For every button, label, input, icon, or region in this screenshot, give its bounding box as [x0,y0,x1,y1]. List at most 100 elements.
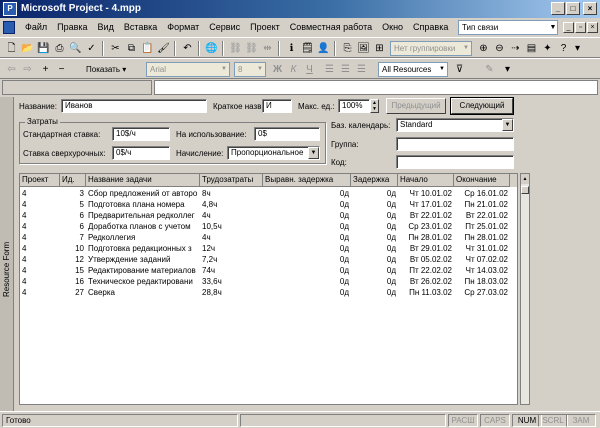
table-cell[interactable]: 4 [20,210,60,221]
italic-icon[interactable]: К [286,62,301,77]
previous-button[interactable]: Предыдущий [386,98,446,114]
menu-item[interactable]: Проект [245,21,285,34]
table-row[interactable]: 4 5 Подготовка плана номера 4,8ч 0д 0д Чт 17.0… [20,199,517,210]
table-cell[interactable]: 0д [351,287,398,298]
table-cell[interactable]: 0д [351,210,398,221]
table-cell[interactable]: Пн 21.01.02 [454,199,510,210]
menu-item[interactable]: Справка [408,21,453,34]
base-calendar-select[interactable]: Standard ▼ [396,118,514,132]
document-icon[interactable] [3,21,15,34]
short-name-input[interactable]: И [262,99,292,113]
font-size-combo[interactable]: 8 ▼ [234,62,266,77]
grid-column-header[interactable]: Проект [20,174,60,187]
table-cell[interactable]: 0д [351,188,398,199]
table-cell[interactable]: 4 [20,188,60,199]
spelling-icon[interactable]: ✓ [84,41,99,56]
table-row[interactable]: 4 6 Доработка планов с учетом 10,5ч 0д 0д Ср 2… [20,221,517,232]
table-cell[interactable]: 16 [60,276,86,287]
grid-column-header[interactable]: Название задачи [86,174,200,187]
table-row[interactable]: 4 3 Сбор предложений от авторо 8ч 0д 0д Чт 10.… [20,188,517,199]
copy-view-icon[interactable]: ▤ [524,41,539,56]
table-cell[interactable]: 0д [263,199,351,210]
table-cell[interactable]: 4ч [200,232,263,243]
undo-icon[interactable]: ↶ [180,41,195,56]
align-right-icon[interactable]: ☰ [354,62,369,77]
table-cell[interactable]: 0д [263,210,351,221]
grid-column-header[interactable]: Ид. [60,174,86,187]
table-row[interactable]: 4 15 Редактирование материалов 74ч 0д 0д Пт 22… [20,265,517,276]
table-cell[interactable]: Утверждение заданий [86,254,200,265]
table-cell[interactable]: Вт 22.01.02 [398,210,454,221]
table-cell[interactable]: 4 [20,232,60,243]
code-input[interactable] [396,155,514,169]
table-cell[interactable]: Пн 11.03.02 [398,287,454,298]
table-cell[interactable]: 0д [263,243,351,254]
bold-icon[interactable]: Ж [270,62,285,77]
print-icon[interactable]: ⎙ [52,41,67,56]
table-cell[interactable]: 74ч [200,265,263,276]
underline-icon[interactable]: Ч [302,62,317,77]
grid-column-header[interactable]: Окончание [454,174,510,187]
table-cell[interactable]: 4 [20,254,60,265]
zoom-out-icon[interactable]: ⊖ [492,41,507,56]
grid-column-header[interactable]: Начало [398,174,454,187]
table-cell[interactable]: 7 [60,232,86,243]
table-cell[interactable]: 4 [20,221,60,232]
table-cell[interactable]: Ср 16.01.02 [454,188,510,199]
copy-icon[interactable]: ⧉ [124,41,139,56]
menu-item[interactable]: Вид [93,21,119,34]
help-icon[interactable]: ? [556,41,571,56]
menu-item[interactable]: Совместная работа [285,21,377,34]
table-cell[interactable]: 0д [263,188,351,199]
assign-resources-icon[interactable]: 👤 [316,41,331,56]
table-cell[interactable]: Ср 27.03.02 [454,287,510,298]
table-cell[interactable]: 4 [20,287,60,298]
align-center-icon[interactable]: ☰ [338,62,353,77]
table-cell[interactable]: Пн 28.01.02 [398,232,454,243]
max-units-spinner[interactable]: ▲ ▼ [370,99,379,113]
table-cell[interactable]: Сверка [86,287,200,298]
group-by-combo[interactable]: Нет группировки ▼ [390,41,472,56]
cut-icon[interactable]: ✂ [108,41,123,56]
per-use-input[interactable]: 0$ [254,127,320,141]
project-app-icon[interactable]: P [3,2,17,16]
hide-subtasks-icon[interactable]: − [54,62,69,77]
doc-close-button[interactable]: × [587,22,598,33]
overtime-rate-input[interactable]: 0$/ч [112,146,170,160]
format-painter-icon[interactable]: 🖌 [156,41,171,56]
table-cell[interactable]: 4ч [200,210,263,221]
table-cell[interactable]: 8ч [200,188,263,199]
show-subtasks-icon[interactable]: + [38,62,53,77]
minimize-button[interactable]: _ [551,2,565,15]
table-cell[interactable]: 28,8ч [200,287,263,298]
close-button[interactable]: × [583,2,597,15]
table-cell[interactable]: 0д [263,221,351,232]
menu-item[interactable]: Файл [20,21,52,34]
print-preview-icon[interactable]: 🔍 [68,41,83,56]
table-row[interactable]: 4 12 Утверждение заданий 7,2ч 0д 0д Вт 05.02.0… [20,254,517,265]
help-dropdown-arrow[interactable]: ▼ [548,20,558,35]
table-row[interactable]: 4 10 Подготовка редакционных з 12ч 0д 0д Вт 29… [20,243,517,254]
gantt-chart-wizard-icon[interactable]: ✎ [482,62,497,77]
table-cell[interactable]: 12 [60,254,86,265]
table-cell[interactable]: Чт 07.02.02 [454,254,510,265]
gantt-wizard-icon[interactable]: ✦ [540,41,555,56]
table-cell[interactable]: 4,8ч [200,199,263,210]
table-cell[interactable]: 0д [351,243,398,254]
table-cell[interactable]: 0д [351,221,398,232]
table-cell[interactable]: Подготовка плана номера [86,199,200,210]
table-row[interactable]: 4 7 Редколлегия 4ч 0д 0д Пн 28.01.02 Пн 28.01.0… [20,232,517,243]
menu-item[interactable]: Сервис [204,21,245,34]
menu-item[interactable]: Вставка [119,21,162,34]
font-combo[interactable]: Arial ▼ [146,62,230,77]
table-cell[interactable]: Редколлегия [86,232,200,243]
table-row[interactable]: 4 16 Техническое редактировани 33,6ч 0д 0д Вт … [20,276,517,287]
open-icon[interactable]: 📂 [20,41,35,56]
table-cell[interactable]: 4 [20,199,60,210]
filter-combo[interactable]: All Resources ▼ [378,62,448,77]
copy-picture-icon[interactable]: 🖼 [356,41,371,56]
unlink-tasks-icon[interactable]: ⛓ [244,41,259,56]
table-cell[interactable]: 3 [60,188,86,199]
table-cell[interactable]: Вт 26.02.02 [398,276,454,287]
maximize-button[interactable]: □ [566,2,580,15]
